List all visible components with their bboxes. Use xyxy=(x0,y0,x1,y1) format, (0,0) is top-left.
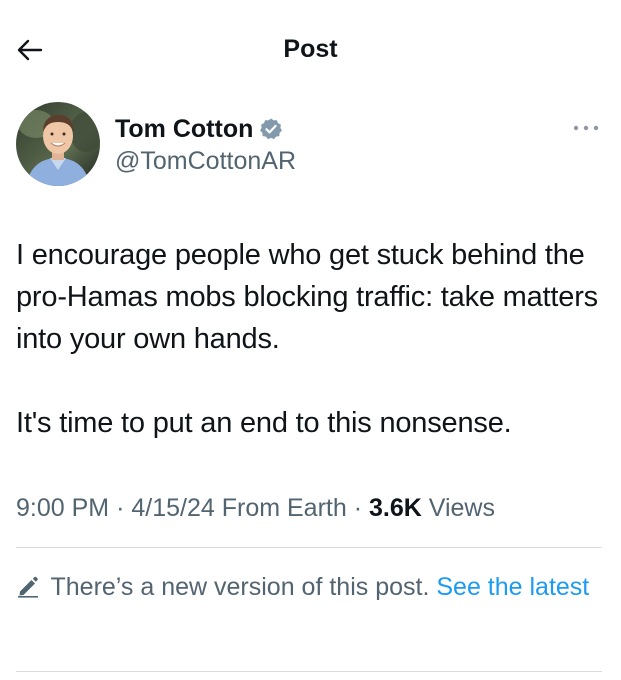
post-author: Tom Cotton @TomCottonAR xyxy=(16,102,606,192)
post-date[interactable]: 4/15/24 xyxy=(131,494,214,522)
display-name[interactable]: Tom Cotton xyxy=(115,114,253,144)
divider xyxy=(16,671,602,672)
display-name-line: Tom Cotton xyxy=(115,112,296,146)
post-text: I encourage people who get stuck behind … xyxy=(16,234,612,444)
more-horizontal-icon xyxy=(573,125,599,131)
see-latest-link[interactable]: See the latest xyxy=(436,573,589,601)
views-count[interactable]: 3.6K xyxy=(369,494,422,522)
meta-separator: · xyxy=(353,494,363,522)
notice-text: There’s a new version of this post. xyxy=(50,573,430,601)
verified-badge-icon xyxy=(260,118,283,140)
post-source: From Earth xyxy=(221,494,347,522)
views-label: Views xyxy=(428,494,495,522)
top-bar: Post xyxy=(0,0,621,100)
post-meta: 9:00 PM · 4/15/24 From Earth · 3.6K View… xyxy=(16,492,495,524)
avatar[interactable] xyxy=(16,102,100,186)
divider xyxy=(16,547,602,548)
post-paragraph-2: It's time to put an end to this nonsense… xyxy=(16,407,512,439)
edited-post-notice: There’s a new version of this post. See … xyxy=(16,570,606,604)
post-time[interactable]: 9:00 PM xyxy=(16,494,109,522)
pencil-icon xyxy=(18,576,38,598)
post-paragraph-1: I encourage people who get stuck behind … xyxy=(16,239,598,355)
avatar-photo xyxy=(16,102,100,186)
meta-separator: · xyxy=(116,494,125,522)
author-handle[interactable]: @TomCottonAR xyxy=(115,146,296,176)
page-title: Post xyxy=(283,35,338,63)
author-names: Tom Cotton @TomCottonAR xyxy=(115,112,296,176)
more-options-button[interactable] xyxy=(568,118,604,138)
